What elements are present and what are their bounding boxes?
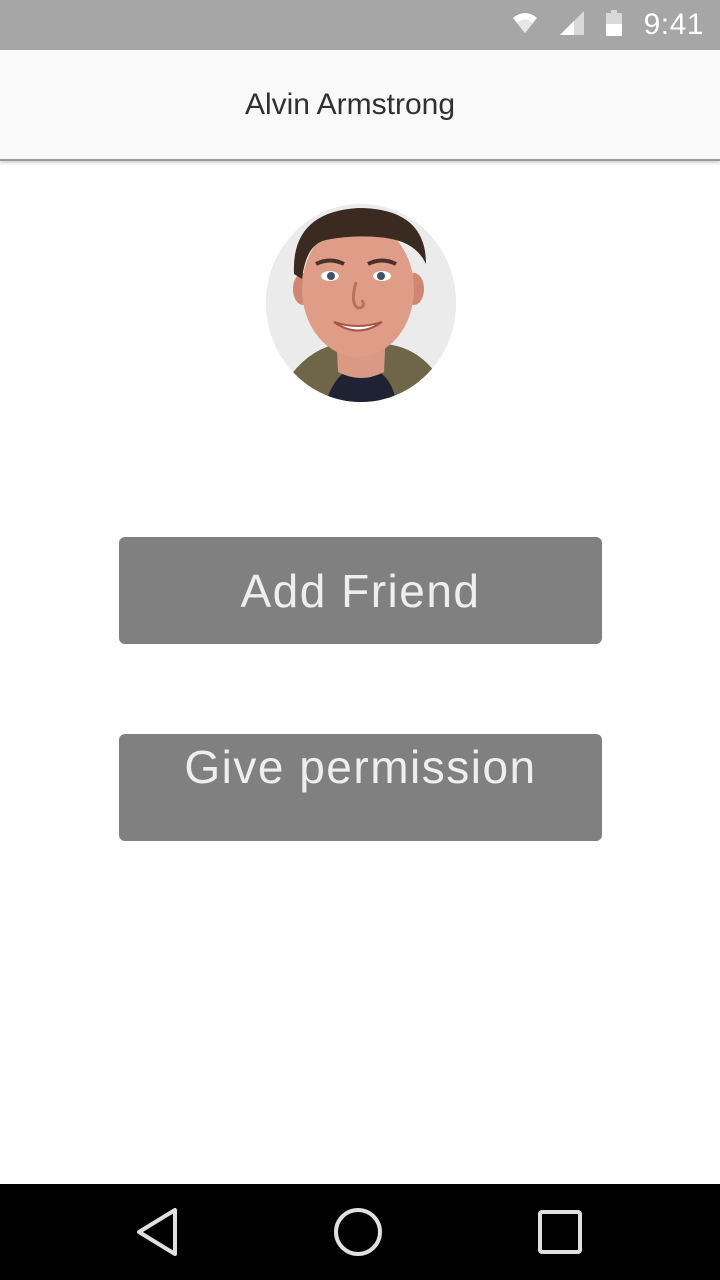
cell-signal-icon xyxy=(559,10,584,40)
give-permission-button[interactable]: Give permission xyxy=(119,734,602,841)
recents-button[interactable] xyxy=(532,1204,588,1260)
home-button[interactable] xyxy=(330,1204,386,1260)
nav-bar xyxy=(0,1184,720,1280)
back-icon xyxy=(137,1208,177,1256)
status-icons: 9:41 xyxy=(512,0,704,50)
add-friend-label: Add Friend xyxy=(240,564,481,617)
back-button[interactable] xyxy=(130,1204,186,1260)
avatar xyxy=(266,204,456,402)
profile-photo xyxy=(266,204,456,402)
add-friend-button[interactable]: Add Friend xyxy=(119,537,602,644)
page-title: Alvin Armstrong xyxy=(244,87,456,121)
give-permission-label: Give permission xyxy=(184,741,537,793)
app-bar: Alvin Armstrong xyxy=(0,50,720,161)
status-bar: 9:41 xyxy=(0,0,720,50)
wifi-icon xyxy=(512,12,538,39)
screen: 9:41 Alvin Armstrong Add Friend Give per… xyxy=(0,0,720,1280)
battery-icon xyxy=(605,9,622,41)
status-time: 9:41 xyxy=(643,8,704,41)
home-icon xyxy=(334,1208,382,1256)
recents-icon xyxy=(538,1210,582,1254)
